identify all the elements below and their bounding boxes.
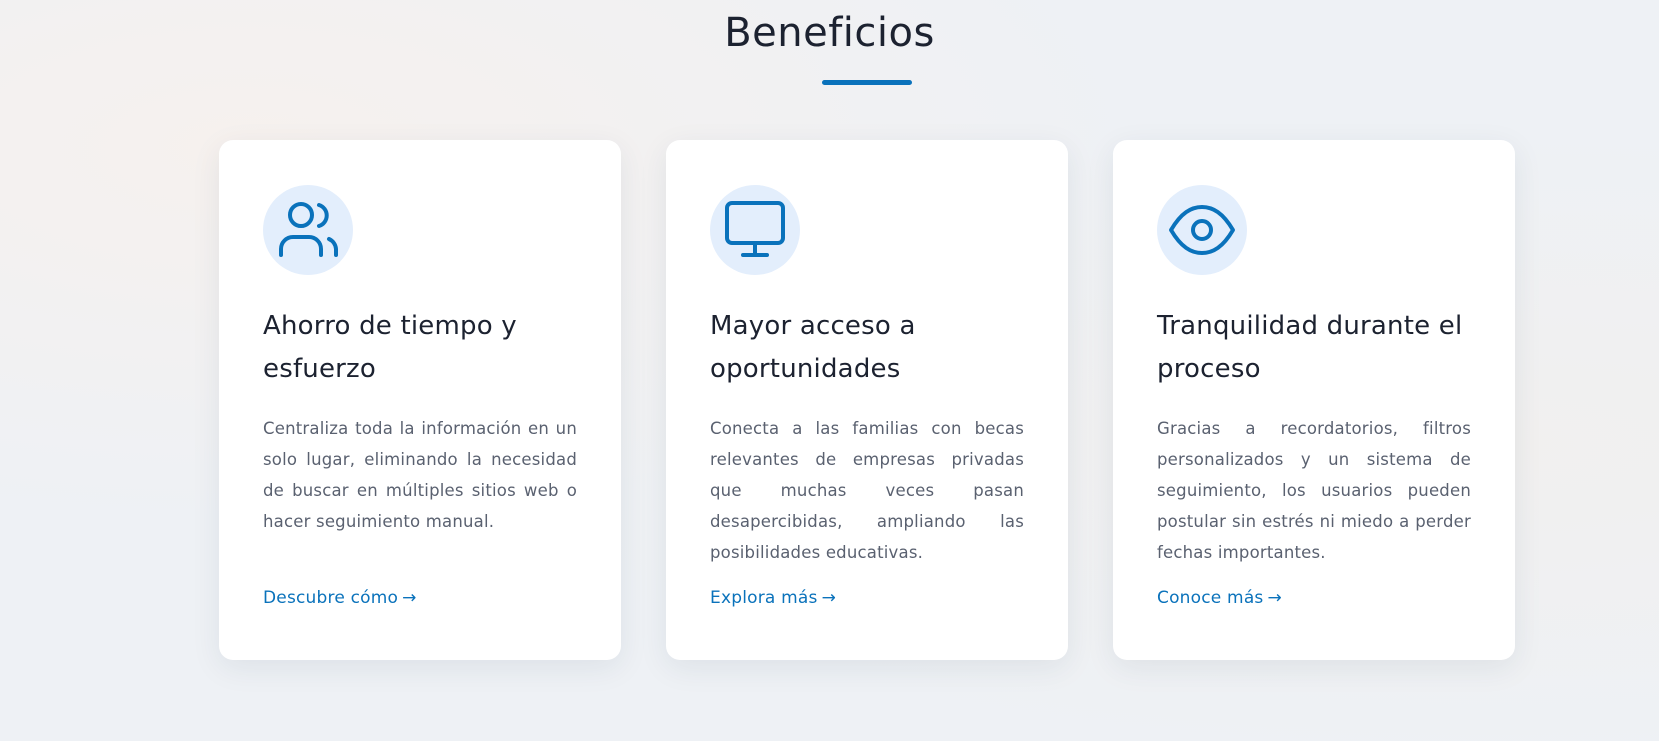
card-title: Ahorro de tiempo y esfuerzo <box>263 311 517 384</box>
section-title: Beneficios <box>724 10 935 56</box>
link-label: Explora más <box>710 588 818 608</box>
link-label: Conoce más <box>1157 588 1264 608</box>
arrow-right-icon: → <box>821 588 837 608</box>
arrow-right-icon: → <box>1267 588 1282 608</box>
card-description: Centraliza toda la información en un sol… <box>263 419 577 531</box>
card-description: Conecta a las familias con becas relevan… <box>710 419 1024 562</box>
monitor-icon <box>710 185 800 275</box>
card-description: Gracias a recordatorios, filtros persona… <box>1157 419 1471 562</box>
benefit-card-opportunities: Mayor acceso a oportunidades Conecta a l… <box>666 140 1068 660</box>
card-title: Tranquilidad durante el proceso <box>1157 311 1463 384</box>
eye-icon <box>1157 185 1247 275</box>
discover-how-link[interactable]: Descubre cómo → <box>263 588 417 608</box>
link-label: Descubre cómo <box>263 588 399 608</box>
title-underline <box>822 80 912 85</box>
users-icon <box>263 185 353 275</box>
learn-more-link[interactable]: Conoce más → <box>1157 588 1282 608</box>
benefit-card-peace-of-mind: Tranquilidad durante el proceso Gracias … <box>1113 140 1515 660</box>
card-title: Mayor acceso a oportunidades <box>710 311 916 384</box>
arrow-right-icon: → <box>402 588 417 608</box>
benefit-card-time-saving: Ahorro de tiempo y esfuerzo Centraliza t… <box>219 140 621 660</box>
explore-more-link[interactable]: Explora más → <box>710 588 836 608</box>
